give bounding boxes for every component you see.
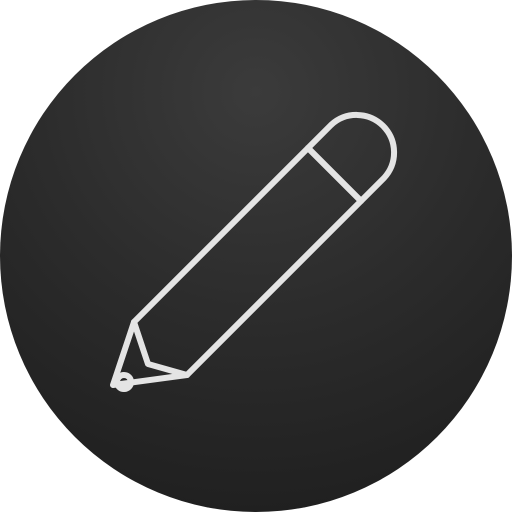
pencil-icon: [110, 111, 398, 392]
app-icon[interactable]: [0, 0, 512, 512]
